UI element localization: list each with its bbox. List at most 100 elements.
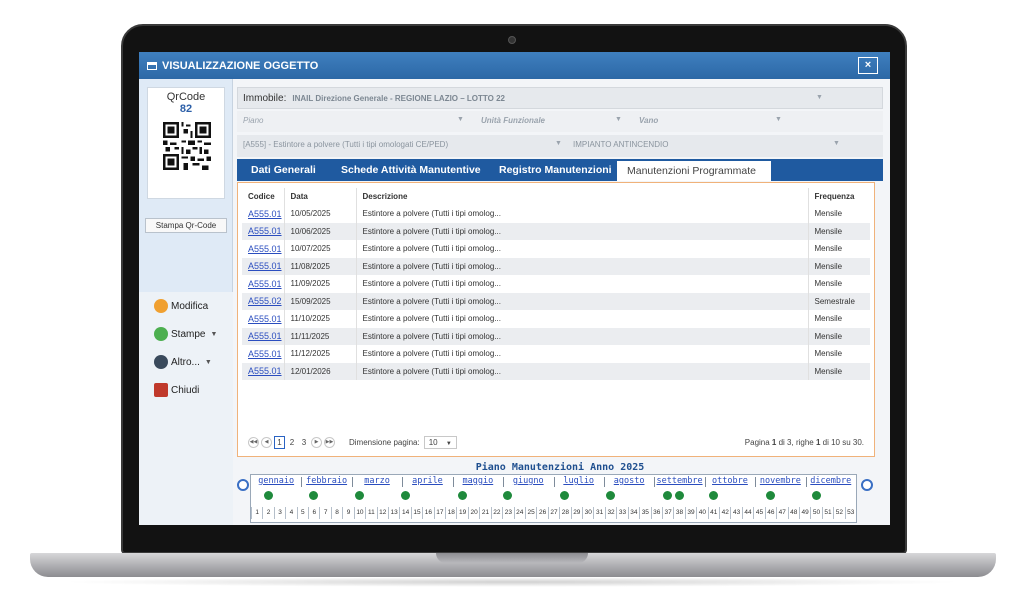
- week-cell[interactable]: 19: [456, 507, 467, 519]
- prev-year-icon[interactable]: [237, 479, 249, 491]
- scheduled-maintenance-dot[interactable]: [354, 491, 364, 500]
- week-cell[interactable]: 39: [684, 507, 696, 519]
- month-link[interactable]: gennaio: [251, 476, 301, 486]
- scheduled-maintenance-dot[interactable]: [811, 491, 821, 500]
- tab-registro-manutenzioni[interactable]: Registro Manutenzioni: [499, 159, 612, 181]
- page-2-button[interactable]: 2: [287, 438, 297, 447]
- cell-codice[interactable]: A555.01: [242, 345, 284, 363]
- week-cell[interactable]: 22: [490, 507, 502, 519]
- close-action-button[interactable]: Chiudi: [139, 376, 233, 404]
- next-year-icon[interactable]: [861, 479, 873, 491]
- codice-link[interactable]: A555.01: [248, 209, 282, 219]
- scheduled-maintenance-dot[interactable]: [560, 491, 570, 500]
- table-row[interactable]: A555.01 10/06/2025 Estintore a polvere (Tu…: [242, 222, 870, 240]
- more-menu-button[interactable]: Altro... ▼: [139, 348, 233, 376]
- week-cell[interactable]: 51: [821, 507, 833, 519]
- tab-manutenzioni-programmate[interactable]: Manutenzioni Programmate: [617, 161, 771, 181]
- week-cell[interactable]: 31: [593, 507, 604, 519]
- week-cell[interactable]: 11: [365, 507, 376, 519]
- impianto-select[interactable]: IMPIANTO ANTINCENDIO: [573, 140, 668, 149]
- modify-button[interactable]: Modifica: [139, 292, 233, 320]
- week-cell[interactable]: 35: [639, 507, 650, 519]
- week-cell[interactable]: 18: [445, 507, 456, 519]
- scheduled-maintenance-dot[interactable]: [400, 491, 410, 500]
- table-row[interactable]: A555.01 11/08/2025 Estintore a polvere (Tu…: [242, 257, 870, 275]
- month-link[interactable]: marzo: [352, 476, 402, 486]
- week-cell[interactable]: 46: [764, 507, 776, 519]
- table-row[interactable]: A555.01 11/10/2025 Estintore a polvere (Tu…: [242, 310, 870, 328]
- week-cell[interactable]: 53: [844, 507, 856, 519]
- week-cell[interactable]: 1: [251, 507, 262, 519]
- week-cell[interactable]: 34: [627, 507, 639, 519]
- cell-codice[interactable]: A555.01: [242, 240, 284, 258]
- print-menu-button[interactable]: Stampe ▼: [139, 320, 233, 348]
- month-link[interactable]: giugno: [503, 476, 553, 486]
- cell-codice[interactable]: A555.01: [242, 205, 284, 223]
- cell-codice[interactable]: A555.01: [242, 275, 284, 293]
- header-codice[interactable]: Codice: [242, 188, 284, 205]
- week-cell[interactable]: 32: [604, 507, 616, 519]
- page-3-button[interactable]: 3: [299, 438, 309, 447]
- week-cell[interactable]: 36: [650, 507, 662, 519]
- week-cell[interactable]: 44: [741, 507, 753, 519]
- week-cell[interactable]: 5: [296, 507, 308, 519]
- table-row[interactable]: A555.01 10/07/2025 Estintore a polvere (Tu…: [242, 240, 870, 258]
- week-cell[interactable]: 26: [536, 507, 547, 519]
- month-link[interactable]: agosto: [604, 476, 654, 486]
- tab-dati-generali[interactable]: Dati Generali: [251, 159, 316, 181]
- cell-codice[interactable]: A555.02: [242, 292, 284, 310]
- week-cell[interactable]: 6: [308, 507, 319, 519]
- scheduled-maintenance-dot[interactable]: [765, 491, 775, 500]
- table-row[interactable]: A555.01 11/09/2025 Estintore a polvere (Tu…: [242, 275, 870, 293]
- immobile-select[interactable]: INAIL Direzione Generale - REGIONE LAZIO…: [292, 94, 505, 103]
- week-cell[interactable]: 10: [353, 507, 365, 519]
- header-frequenza[interactable]: Frequenza: [807, 188, 870, 205]
- month-link[interactable]: luglio: [554, 476, 604, 486]
- week-cell[interactable]: 38: [673, 507, 684, 519]
- scheduled-maintenance-dot[interactable]: [663, 491, 673, 500]
- cell-codice[interactable]: A555.01: [242, 222, 284, 240]
- prev-page-icon[interactable]: ◀: [261, 436, 272, 448]
- scheduled-maintenance-dot[interactable]: [263, 491, 273, 500]
- codice-link[interactable]: A555.02: [248, 296, 282, 306]
- codice-link[interactable]: A555.01: [248, 261, 282, 271]
- cell-codice[interactable]: A555.01: [242, 327, 284, 345]
- page-size-select[interactable]: 10 ▼: [423, 435, 457, 449]
- print-qr-button[interactable]: Stampa Qr-Code: [145, 218, 227, 233]
- scheduled-maintenance-dot[interactable]: [309, 491, 319, 500]
- table-row[interactable]: A555.01 11/12/2025 Estintore a polvere (Tu…: [242, 345, 870, 363]
- scheduled-maintenance-dot[interactable]: [503, 491, 513, 500]
- first-page-icon[interactable]: ◀◀: [248, 436, 259, 448]
- week-cell[interactable]: 9: [342, 507, 353, 519]
- table-row[interactable]: A555.01 11/11/2025 Estintore a polvere (Tu…: [242, 327, 870, 345]
- week-cell[interactable]: 41: [707, 507, 719, 519]
- week-cell[interactable]: 12: [376, 507, 388, 519]
- week-cell[interactable]: 27: [547, 507, 559, 519]
- month-link[interactable]: ottobre: [705, 476, 755, 486]
- scheduled-maintenance-dot[interactable]: [606, 491, 616, 500]
- codice-link[interactable]: A555.01: [248, 314, 282, 324]
- codice-link[interactable]: A555.01: [248, 244, 282, 254]
- cell-codice[interactable]: A555.01: [242, 362, 284, 380]
- codice-link[interactable]: A555.01: [248, 279, 282, 289]
- codice-link[interactable]: A555.01: [248, 349, 282, 359]
- week-cell[interactable]: 40: [696, 507, 707, 519]
- cell-codice[interactable]: A555.01: [242, 257, 284, 275]
- week-cell[interactable]: 24: [513, 507, 525, 519]
- month-link[interactable]: maggio: [453, 476, 503, 486]
- month-link[interactable]: novembre: [755, 476, 805, 486]
- week-cell[interactable]: 29: [570, 507, 582, 519]
- oggetto-select[interactable]: [A555] - Estintore a polvere (Tutti i ti…: [243, 140, 448, 149]
- week-cell[interactable]: 49: [798, 507, 810, 519]
- codice-link[interactable]: A555.01: [248, 331, 282, 341]
- table-row[interactable]: A555.01 12/01/2026 Estintore a polvere (Tu…: [242, 362, 870, 380]
- week-cell[interactable]: 3: [273, 507, 285, 519]
- month-link[interactable]: febbraio: [301, 476, 351, 486]
- week-cell[interactable]: 4: [285, 507, 296, 519]
- codice-link[interactable]: A555.01: [248, 366, 282, 376]
- week-cell[interactable]: 50: [810, 507, 821, 519]
- month-link[interactable]: settembre: [654, 476, 704, 486]
- header-descrizione[interactable]: Descrizione: [355, 188, 808, 205]
- week-cell[interactable]: 20: [467, 507, 479, 519]
- tab-schede-attivita[interactable]: Schede Attività Manutentive: [341, 159, 481, 181]
